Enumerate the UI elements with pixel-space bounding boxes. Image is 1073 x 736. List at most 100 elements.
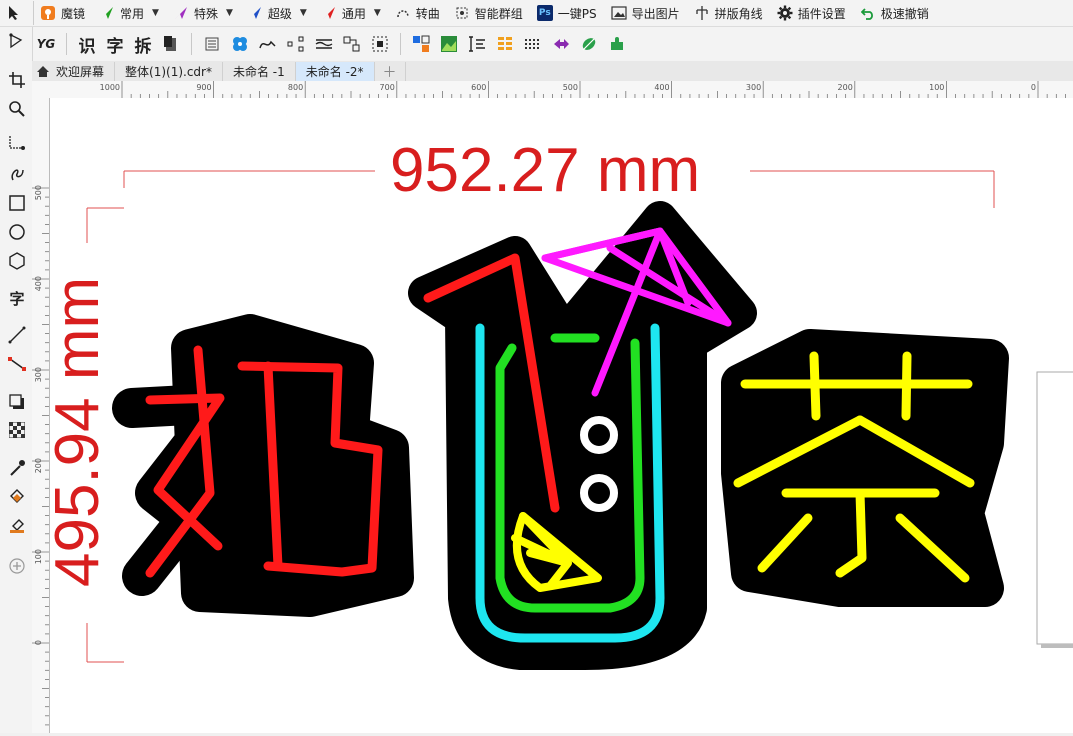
pattern-icon[interactable]: [229, 31, 251, 57]
ruler-h-label: 0: [1031, 83, 1036, 92]
color-blocks-icon[interactable]: [410, 31, 432, 57]
shape-tool-button[interactable]: [6, 30, 28, 52]
leaf-icon[interactable]: [578, 31, 600, 57]
convert-curve-icon: [395, 5, 411, 21]
neon-cup[interactable]: [408, 201, 757, 670]
clipboard-icon[interactable]: [160, 31, 182, 57]
ruler-h-label: 200: [838, 83, 853, 92]
red-arrow-icon: [321, 5, 337, 21]
smart-group-icon: [454, 5, 470, 21]
artistic-media-button[interactable]: [6, 162, 28, 184]
page-outline: [1036, 371, 1073, 648]
table-grid-icon[interactable]: [494, 31, 516, 57]
curve-tool-icon[interactable]: [257, 31, 279, 57]
select-area-icon[interactable]: [369, 31, 391, 57]
pointer-icon: [6, 5, 22, 21]
ruler-h-label: 500: [563, 83, 578, 92]
ruler-h-label: 900: [196, 83, 211, 92]
tools-sidebar: 字: [0, 27, 33, 733]
neon-char-nai[interactable]: [112, 314, 414, 617]
connector-tool-button[interactable]: [6, 353, 28, 375]
ruler-v-label: 300: [34, 367, 43, 382]
ruler-h-label: 1000: [100, 83, 120, 92]
crop-marks-icon: [694, 5, 710, 21]
image-frame-icon[interactable]: [438, 31, 460, 57]
ruler-h-label: 100: [929, 83, 944, 92]
home-icon: [36, 65, 50, 78]
blue-arrow-icon: [247, 5, 263, 21]
drop-shadow-button[interactable]: [6, 391, 28, 413]
interactive-fill-button[interactable]: [6, 485, 28, 507]
menu-super[interactable]: 超级 ▼: [241, 1, 315, 25]
tab-document-3[interactable]: 未命名 -2*: [295, 62, 375, 81]
toolbar-separator: [400, 33, 401, 55]
ruler-h-label: 300: [746, 83, 761, 92]
tab-welcome[interactable]: 欢迎屏幕: [32, 62, 116, 81]
menu-general[interactable]: 通用 ▼: [315, 1, 389, 25]
pointer-tool-button[interactable]: [0, 1, 34, 25]
wave-lines-icon[interactable]: [313, 31, 335, 57]
menu-crop-marks[interactable]: 拼版角线: [688, 1, 771, 25]
mirror-icon: [40, 5, 56, 21]
menu-fast-undo[interactable]: 极速撤销: [854, 1, 937, 25]
height-dimension-label[interactable]: 495.94 mm: [50, 277, 112, 587]
ellipse-tool-button[interactable]: [6, 221, 28, 243]
tab-document-1[interactable]: 整体(1)(1).cdr*: [115, 62, 223, 81]
width-dimension-label[interactable]: 952.27 mm: [390, 140, 700, 202]
recognize-text-button[interactable]: 识: [76, 31, 98, 57]
toolbar-separator: [66, 33, 67, 55]
text-button[interactable]: 字: [104, 31, 126, 57]
freehand-tool-button[interactable]: [6, 132, 28, 154]
ruler-v-label: 200: [34, 458, 43, 473]
chevron-down-icon: ▼: [152, 8, 159, 18]
arrange-icon[interactable]: [341, 31, 363, 57]
parallel-dimension-button[interactable]: [6, 324, 28, 346]
list-icon[interactable]: [201, 31, 223, 57]
ruler-v-label: 500: [34, 185, 43, 200]
plus-icon: ＋: [382, 64, 397, 81]
vertical-ruler[interactable]: 500 400 300 200 100 0: [32, 98, 50, 733]
green-arrow-icon: [99, 5, 115, 21]
ruler-v-label: 0: [34, 640, 43, 645]
puzzle-icon[interactable]: [606, 31, 628, 57]
menu-mirror[interactable]: 魔镜: [34, 1, 93, 25]
dot-grid-icon[interactable]: [522, 31, 544, 57]
ruler-h-label: 700: [380, 83, 395, 92]
text-tool-button[interactable]: 字: [6, 287, 28, 309]
ruler-h-label: 800: [288, 83, 303, 92]
split-button[interactable]: 拆: [132, 31, 154, 57]
tab-document-2[interactable]: 未命名 -1: [223, 62, 296, 81]
text-align-icon[interactable]: [466, 31, 488, 57]
horizontal-ruler[interactable]: 1000 900 800 700 600 500 400 300 200 100 0: [50, 81, 1073, 99]
undo-icon: [860, 5, 876, 21]
menu-special[interactable]: 特殊 ▼: [167, 1, 241, 25]
smart-fill-button[interactable]: [6, 514, 28, 536]
export-image-icon: [611, 5, 627, 21]
neon-char-cha[interactable]: [721, 329, 1009, 607]
menu-smart-group[interactable]: 智能群组: [448, 1, 531, 25]
drawing-canvas[interactable]: 952.27 mm 495.94 mm: [50, 98, 1073, 733]
node-icon[interactable]: [285, 31, 307, 57]
menu-one-click-ps[interactable]: Ps 一键PS: [531, 1, 605, 25]
ruler-h-label: 600: [471, 83, 486, 92]
menu-common[interactable]: 常用 ▼: [93, 1, 167, 25]
yg-button[interactable]: YG: [35, 31, 57, 57]
add-tool-icon[interactable]: [6, 555, 28, 577]
rectangle-tool-button[interactable]: [6, 192, 28, 214]
menu-convert-curve[interactable]: 转曲: [389, 1, 448, 25]
chevron-down-icon: ▼: [299, 8, 307, 18]
zoom-tool-button[interactable]: [6, 98, 28, 120]
eyedropper-button[interactable]: [6, 457, 28, 479]
new-tab-button[interactable]: ＋: [375, 62, 406, 81]
ruler-corner[interactable]: [32, 81, 51, 99]
menu-plugin-settings[interactable]: 插件设置: [771, 1, 854, 25]
arrows-icon[interactable]: [550, 31, 572, 57]
gear-icon: [777, 5, 793, 21]
photoshop-icon: Ps: [536, 5, 553, 21]
crop-tool-button[interactable]: [6, 69, 28, 91]
toolbar-separator: [191, 33, 192, 55]
polygon-tool-button[interactable]: [6, 250, 28, 272]
chevron-down-icon: ▼: [373, 8, 381, 18]
menu-export-image[interactable]: 导出图片: [605, 1, 688, 25]
transparency-button[interactable]: [6, 419, 28, 441]
